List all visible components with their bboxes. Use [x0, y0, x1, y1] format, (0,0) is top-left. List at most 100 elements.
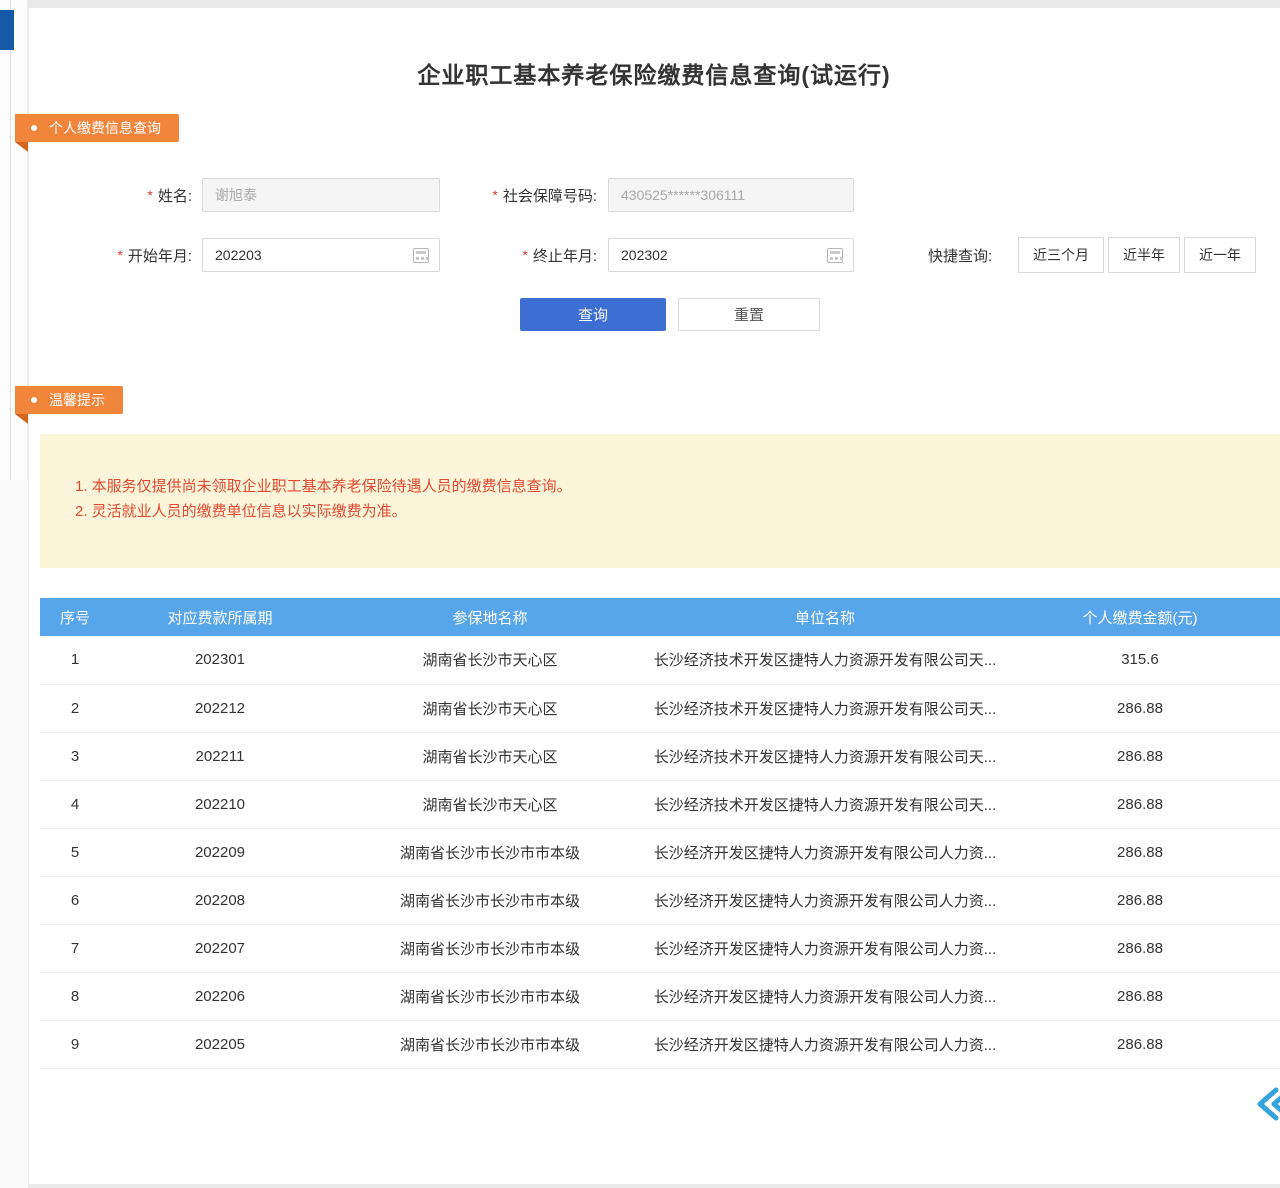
quick-query-label: 快捷查询: [928, 245, 992, 266]
table-cell: 5 [40, 828, 110, 876]
table-cell: 长沙经济开发区捷特人力资源开发有限公司人力资... [650, 828, 1000, 876]
bullet-dot-icon [31, 125, 37, 131]
table-header-cell: 对应费款所属期 [110, 598, 330, 636]
table-cell: 286.88 [1000, 732, 1280, 780]
table-row: 2202212湖南省长沙市天心区长沙经济技术开发区捷特人力资源开发有限公司天..… [40, 684, 1280, 732]
table-header-row: 序号对应费款所属期参保地名称单位名称个人缴费金额(元) [40, 598, 1280, 636]
table-cell: 长沙经济技术开发区捷特人力资源开发有限公司天... [650, 684, 1000, 732]
table-cell: 202209 [110, 828, 330, 876]
section-badge-label: 个人缴费信息查询 [49, 118, 161, 138]
table-row: 4202210湖南省长沙市天心区长沙经济技术开发区捷特人力资源开发有限公司天..… [40, 780, 1280, 828]
ssn-label: * 社会保障号码: [455, 178, 597, 212]
table-cell: 202301 [110, 636, 330, 684]
table-cell: 286.88 [1000, 684, 1280, 732]
collapse-double-chevron-icon[interactable] [1252, 1082, 1280, 1126]
end-month-label: * 终止年月: [490, 238, 597, 272]
table-body: 1202301湖南省长沙市天心区长沙经济技术开发区捷特人力资源开发有限公司天..… [40, 636, 1280, 1068]
required-asterisk: * [117, 247, 122, 263]
table-cell: 2 [40, 684, 110, 732]
required-asterisk: * [147, 187, 152, 203]
table-cell: 长沙经济技术开发区捷特人力资源开发有限公司天... [650, 780, 1000, 828]
table-row: 8202206湖南省长沙市长沙市市本级长沙经济开发区捷特人力资源开发有限公司人力… [40, 972, 1280, 1020]
table-cell: 湖南省长沙市长沙市市本级 [330, 876, 650, 924]
table-cell: 长沙经济开发区捷特人力资源开发有限公司人力资... [650, 972, 1000, 1020]
section-badge-label: 温馨提示 [49, 390, 105, 410]
table-row: 6202208湖南省长沙市长沙市市本级长沙经济开发区捷特人力资源开发有限公司人力… [40, 876, 1280, 924]
table-cell: 长沙经济开发区捷特人力资源开发有限公司人力资... [650, 876, 1000, 924]
table-cell: 湖南省长沙市天心区 [330, 780, 650, 828]
end-month-field[interactable]: 202302 [608, 238, 854, 272]
start-month-field[interactable]: 202203 [202, 238, 440, 272]
table-cell: 湖南省长沙市天心区 [330, 636, 650, 684]
gutter-divider [10, 0, 11, 480]
calendar-icon[interactable] [827, 248, 843, 263]
table-cell: 湖南省长沙市天心区 [330, 684, 650, 732]
table-cell: 9 [40, 1020, 110, 1068]
table-cell: 202210 [110, 780, 330, 828]
page-title: 企业职工基本养老保险缴费信息查询(试运行) [28, 56, 1280, 90]
section-badge-notice: 温馨提示 [15, 386, 123, 414]
section-badge-personal-payment-query: 个人缴费信息查询 [15, 114, 179, 142]
table-header-cell: 序号 [40, 598, 110, 636]
table-cell: 长沙经济技术开发区捷特人力资源开发有限公司天... [650, 636, 1000, 684]
table-cell: 315.6 [1000, 636, 1280, 684]
start-month-label: * 开始年月: [85, 238, 192, 272]
name-field[interactable]: 谢旭泰 [202, 178, 440, 212]
table-cell: 6 [40, 876, 110, 924]
table-cell: 湖南省长沙市长沙市市本级 [330, 828, 650, 876]
calendar-icon[interactable] [413, 248, 429, 263]
table-cell: 202208 [110, 876, 330, 924]
quick-range-button-0[interactable]: 近三个月 [1018, 237, 1104, 273]
table-cell: 286.88 [1000, 924, 1280, 972]
table-cell: 8 [40, 972, 110, 1020]
reset-button[interactable]: 重置 [678, 298, 820, 331]
notice-box: 1. 本服务仅提供尚未领取企业职工基本养老保险待遇人员的缴费信息查询。2. 灵活… [40, 434, 1280, 568]
start-month-value: 202203 [215, 247, 413, 263]
table-header-cell: 单位名称 [650, 598, 1000, 636]
table-cell: 湖南省长沙市长沙市市本级 [330, 924, 650, 972]
notice-line: 1. 本服务仅提供尚未领取企业职工基本养老保险待遇人员的缴费信息查询。 [75, 474, 1250, 499]
required-asterisk: * [522, 247, 527, 263]
table-cell: 7 [40, 924, 110, 972]
table-row: 5202209湖南省长沙市长沙市市本级长沙经济开发区捷特人力资源开发有限公司人力… [40, 828, 1280, 876]
table-cell: 长沙经济技术开发区捷特人力资源开发有限公司天... [650, 732, 1000, 780]
table-cell: 286.88 [1000, 972, 1280, 1020]
table-cell: 286.88 [1000, 828, 1280, 876]
ssn-field[interactable]: 430525******306111 [608, 178, 854, 212]
table-cell: 286.88 [1000, 876, 1280, 924]
table-cell: 202205 [110, 1020, 330, 1068]
table-cell: 湖南省长沙市长沙市市本级 [330, 1020, 650, 1068]
end-month-value: 202302 [621, 247, 827, 263]
table-header-cell: 参保地名称 [330, 598, 650, 636]
table-cell: 1 [40, 636, 110, 684]
table-row: 3202211湖南省长沙市天心区长沙经济技术开发区捷特人力资源开发有限公司天..… [40, 732, 1280, 780]
table-cell: 202212 [110, 684, 330, 732]
table-cell: 202211 [110, 732, 330, 780]
required-asterisk: * [492, 187, 497, 203]
table-cell: 湖南省长沙市长沙市市本级 [330, 972, 650, 1020]
table-cell: 286.88 [1000, 1020, 1280, 1068]
corner-tab [0, 10, 14, 50]
table-cell: 202206 [110, 972, 330, 1020]
notice-line: 2. 灵活就业人员的缴费单位信息以实际缴费为准。 [75, 499, 1250, 524]
table-row: 7202207湖南省长沙市长沙市市本级长沙经济开发区捷特人力资源开发有限公司人力… [40, 924, 1280, 972]
payment-table: 序号对应费款所属期参保地名称单位名称个人缴费金额(元) 1202301湖南省长沙… [40, 598, 1280, 1069]
table-cell: 286.88 [1000, 780, 1280, 828]
table-cell: 4 [40, 780, 110, 828]
query-button[interactable]: 查询 [520, 298, 666, 331]
table-row: 1202301湖南省长沙市天心区长沙经济技术开发区捷特人力资源开发有限公司天..… [40, 636, 1280, 684]
quick-range-button-2[interactable]: 近一年 [1184, 237, 1256, 273]
quick-query-group: 近三个月近半年近一年 [1018, 237, 1256, 273]
table-row: 9202205湖南省长沙市长沙市市本级长沙经济开发区捷特人力资源开发有限公司人力… [40, 1020, 1280, 1068]
quick-range-button-1[interactable]: 近半年 [1108, 237, 1180, 273]
table-cell: 长沙经济开发区捷特人力资源开发有限公司人力资... [650, 924, 1000, 972]
ssn-value: 430525******306111 [621, 187, 843, 203]
name-label: * 姓名: [100, 178, 192, 212]
name-value: 谢旭泰 [215, 185, 429, 205]
table-cell: 202207 [110, 924, 330, 972]
table-cell: 长沙经济开发区捷特人力资源开发有限公司人力资... [650, 1020, 1000, 1068]
table-cell: 3 [40, 732, 110, 780]
table-cell: 湖南省长沙市天心区 [330, 732, 650, 780]
bullet-dot-icon [31, 397, 37, 403]
table-header-cell: 个人缴费金额(元) [1000, 598, 1280, 636]
